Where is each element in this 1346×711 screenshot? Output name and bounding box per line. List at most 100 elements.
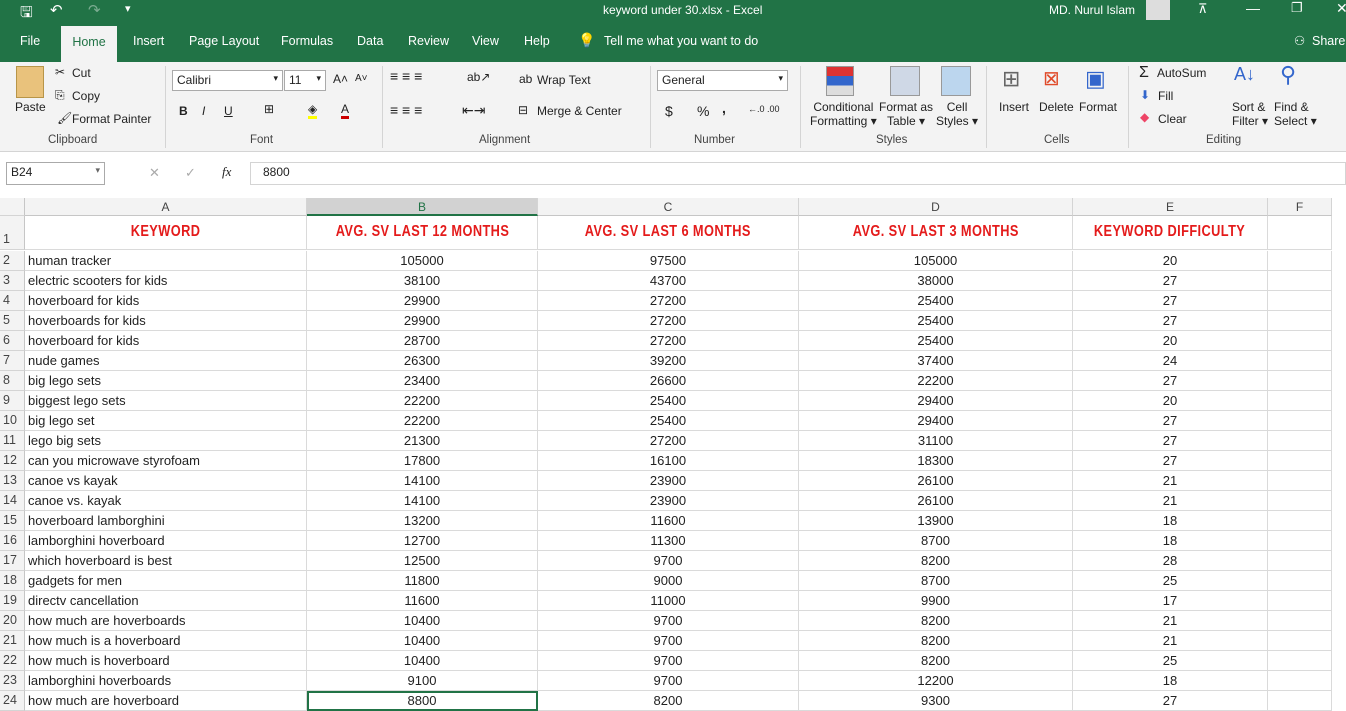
value-cell[interactable]: 21 [1073,631,1268,651]
paste-icon[interactable] [16,66,44,98]
value-cell[interactable]: 22200 [307,391,538,411]
value-cell[interactable]: 43700 [538,271,799,291]
minimize-icon[interactable]: — [1246,0,1260,16]
value-cell[interactable]: 18 [1073,531,1268,551]
keyword-cell[interactable]: how much is a hoverboard [25,631,307,651]
format-button[interactable]: Format [1079,100,1117,114]
value-cell[interactable]: 12500 [307,551,538,571]
value-cell[interactable]: 9700 [538,631,799,651]
value-cell[interactable]: 17 [1073,591,1268,611]
delete-button[interactable]: Delete [1039,100,1074,114]
format-as-table-button[interactable]: Format asTable ▾ [879,100,933,128]
comma-button[interactable]: , [722,100,726,116]
row-header-5[interactable]: 5 [0,311,25,331]
underline-button[interactable]: U [224,104,233,118]
row-header-2[interactable]: 2 [0,251,25,271]
value-cell[interactable]: 8200 [799,631,1073,651]
cell-styles-button[interactable]: CellStyles ▾ [936,100,978,128]
header-cell[interactable]: AVG. SV LAST 12 MONTHS [307,216,538,250]
keyword-cell[interactable]: hoverboards for kids [25,311,307,331]
header-cell[interactable]: AVG. SV LAST 6 MONTHS [538,216,799,250]
empty-cell[interactable] [1268,216,1332,250]
value-cell[interactable]: 21 [1073,611,1268,631]
tab-review[interactable]: Review [408,34,449,48]
empty-cell[interactable] [1268,551,1332,571]
empty-cell[interactable] [1268,431,1332,451]
value-cell[interactable]: 9700 [538,611,799,631]
column-header-B[interactable]: B [307,198,538,216]
percent-button[interactable]: % [697,103,709,119]
wrap-text-button[interactable]: Wrap Text [537,73,591,87]
empty-cell[interactable] [1268,291,1332,311]
empty-cell[interactable] [1268,451,1332,471]
keyword-cell[interactable]: nude games [25,351,307,371]
keyword-cell[interactable]: how much is hoverboard [25,651,307,671]
name-box[interactable]: B24▾ [6,162,105,185]
keyword-cell[interactable]: directv cancellation [25,591,307,611]
value-cell[interactable]: 9700 [538,651,799,671]
redo-icon[interactable]: ↷ [88,1,101,19]
keyword-cell[interactable]: canoe vs kayak [25,471,307,491]
keyword-cell[interactable]: lego big sets [25,431,307,451]
sort-filter-button[interactable]: Sort &Filter ▾ [1232,100,1268,128]
value-cell[interactable]: 105000 [799,251,1073,271]
value-cell[interactable]: 14100 [307,471,538,491]
value-cell[interactable]: 25400 [799,331,1073,351]
keyword-cell[interactable]: which hoverboard is best [25,551,307,571]
value-cell[interactable]: 18 [1073,671,1268,691]
keyword-cell[interactable]: big lego set [25,411,307,431]
keyword-cell[interactable]: hoverboard lamborghini [25,511,307,531]
keyword-cell[interactable]: electric scooters for kids [25,271,307,291]
row-header-4[interactable]: 4 [0,291,25,311]
value-cell[interactable]: 11800 [307,571,538,591]
empty-cell[interactable] [1268,591,1332,611]
value-cell[interactable]: 26100 [799,491,1073,511]
value-cell[interactable]: 27200 [538,431,799,451]
insert-button[interactable]: Insert [999,100,1029,114]
share-icon[interactable]: ⚇ [1294,33,1305,48]
autosum-button[interactable]: AutoSum [1157,66,1206,80]
header-cell[interactable]: KEYWORD [25,216,307,250]
value-cell[interactable]: 17800 [307,451,538,471]
empty-cell[interactable] [1268,651,1332,671]
column-header-D[interactable]: D [799,198,1073,216]
keyword-cell[interactable]: lamborghini hoverboards [25,671,307,691]
value-cell[interactable]: 27 [1073,371,1268,391]
indent-icon[interactable]: ⇤⇥ [462,102,485,119]
row-header-24[interactable]: 24 [0,691,25,711]
value-cell[interactable]: 10400 [307,611,538,631]
value-cell[interactable]: 25400 [799,291,1073,311]
fill-color-icon[interactable]: ◈ [308,102,317,119]
row-header-10[interactable]: 10 [0,411,25,431]
merge-center-button[interactable]: Merge & Center [537,104,622,118]
empty-cell[interactable] [1268,411,1332,431]
select-all-corner[interactable] [0,198,25,216]
row-header-22[interactable]: 22 [0,651,25,671]
column-header-A[interactable]: A [25,198,307,216]
value-cell[interactable]: 97500 [538,251,799,271]
value-cell[interactable]: 27200 [538,331,799,351]
row-header-20[interactable]: 20 [0,611,25,631]
value-cell[interactable]: 8200 [538,691,799,711]
decimal-icon[interactable]: ←.0 .00 [748,104,780,114]
keyword-cell[interactable]: lamborghini hoverboard [25,531,307,551]
empty-cell[interactable] [1268,311,1332,331]
row-header-13[interactable]: 13 [0,471,25,491]
undo-icon[interactable]: ↶ [50,1,63,19]
empty-cell[interactable] [1268,571,1332,591]
row-header-16[interactable]: 16 [0,531,25,551]
empty-cell[interactable] [1268,471,1332,491]
value-cell[interactable]: 10400 [307,631,538,651]
value-cell[interactable]: 23900 [538,491,799,511]
value-cell[interactable]: 21 [1073,471,1268,491]
currency-button[interactable]: $ [665,103,673,119]
value-cell[interactable]: 28 [1073,551,1268,571]
formula-input[interactable]: 8800 [250,162,1346,185]
value-cell[interactable]: 26100 [799,471,1073,491]
keyword-cell[interactable]: human tracker [25,251,307,271]
cancel-icon[interactable]: ✕ [149,165,160,181]
empty-cell[interactable] [1268,271,1332,291]
orientation-icon[interactable]: ab↗ [467,70,490,84]
value-cell[interactable]: 13200 [307,511,538,531]
value-cell[interactable]: 27200 [538,311,799,331]
